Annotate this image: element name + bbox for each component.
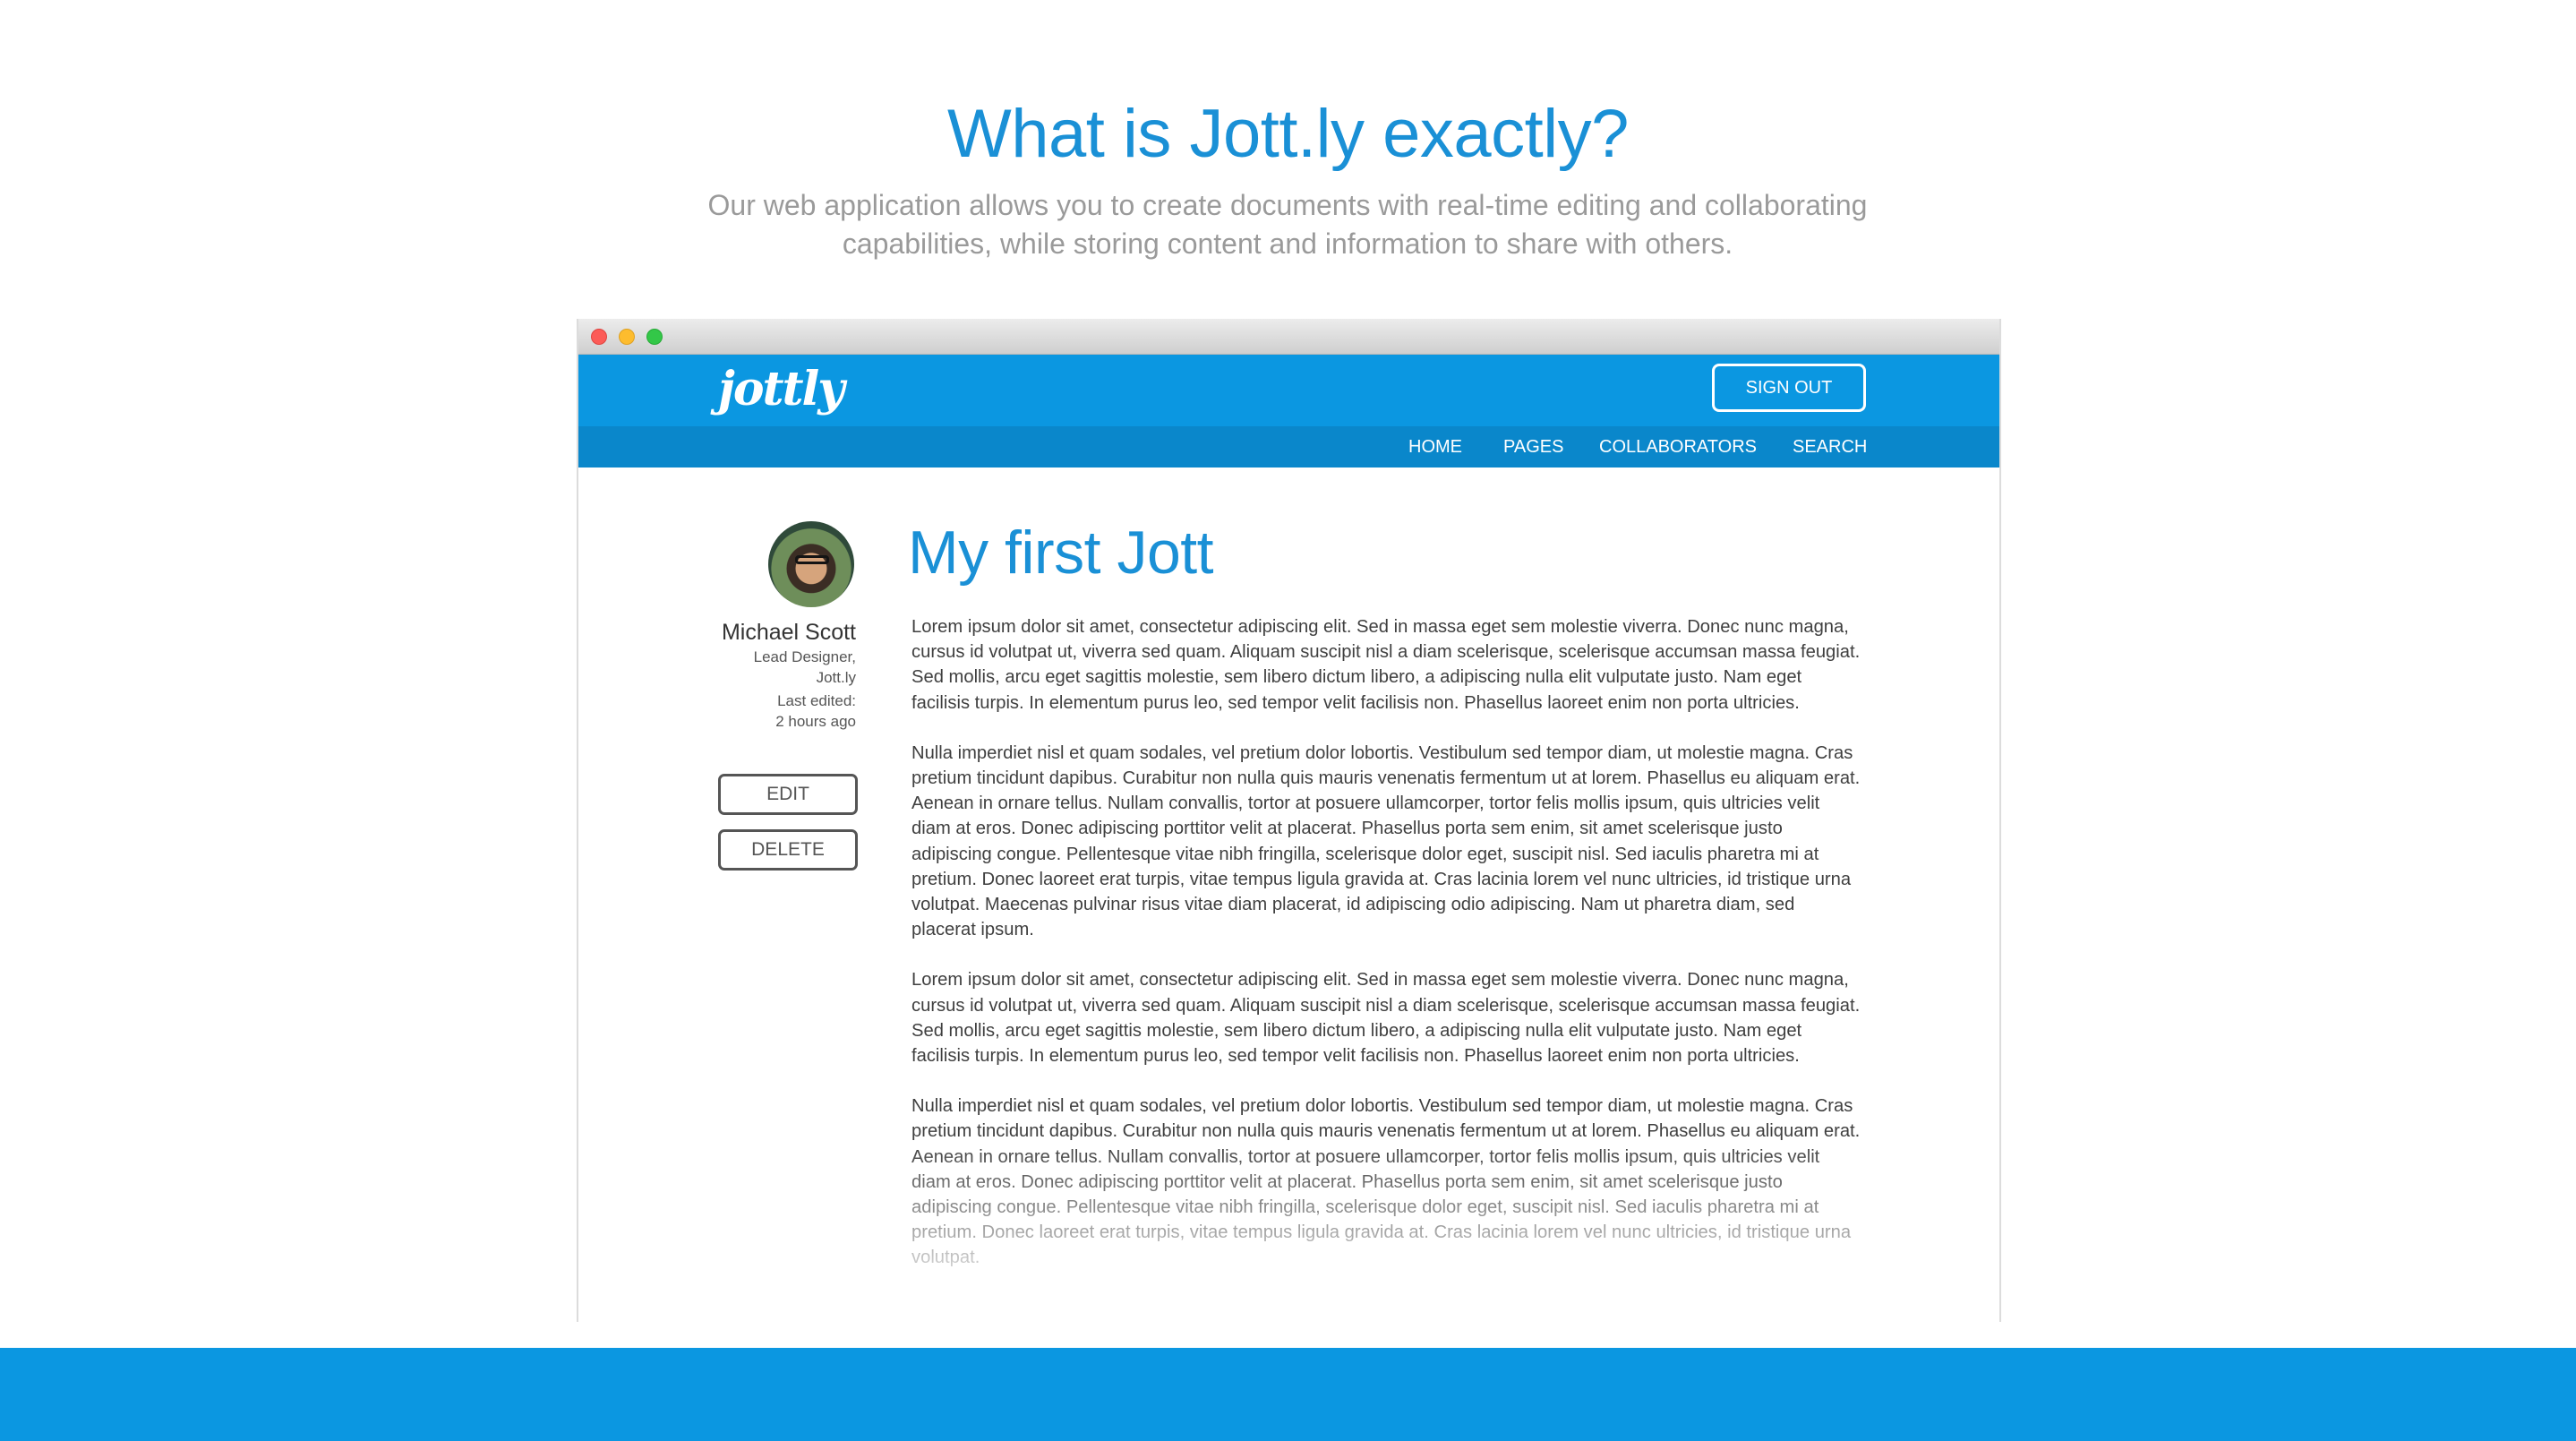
- avatar-glasses-icon: [795, 555, 829, 564]
- author-role: Lead Designer,: [753, 648, 856, 665]
- last-edited-time: 2 hours ago: [775, 713, 856, 730]
- minimize-window-icon[interactable]: [619, 329, 635, 345]
- author-name: Michael Scott: [721, 620, 856, 645]
- app-header: jottly SIGN OUT: [578, 355, 1999, 426]
- nav-home[interactable]: HOME: [1408, 426, 1462, 467]
- document-paragraph: Nulla imperdiet nisl et quam sodales, ve…: [911, 742, 1861, 940]
- delete-button[interactable]: DELETE: [718, 829, 858, 871]
- nav-search[interactable]: SEARCH: [1793, 426, 1867, 467]
- edit-button[interactable]: EDIT: [718, 774, 858, 815]
- close-window-icon[interactable]: [591, 329, 607, 345]
- nav-collaborators[interactable]: COLLABORATORS: [1599, 426, 1757, 467]
- window-titlebar: [578, 319, 1999, 355]
- last-edited-label: Last edited:: [777, 692, 856, 709]
- hero-subtitle: Our web application allows you to create…: [707, 189, 1868, 260]
- landing-page: What is Jott.ly exactly? Our web applica…: [0, 0, 2576, 1441]
- main-nav: HOME PAGES COLLABORATORS SEARCH: [578, 426, 1999, 467]
- jottly-logo[interactable]: jottly: [718, 362, 845, 416]
- nav-pages[interactable]: PAGES: [1503, 426, 1563, 467]
- content-fade-overlay: [578, 1143, 1999, 1322]
- maximize-window-icon[interactable]: [646, 329, 663, 345]
- author-company: Jott.ly: [816, 669, 856, 686]
- document-paragraph: Lorem ipsum dolor sit amet, consectetur …: [911, 617, 1861, 713]
- document-paragraph: Lorem ipsum dolor sit amet, consectetur …: [911, 970, 1861, 1067]
- author-avatar: [768, 521, 854, 607]
- hero-title: What is Jott.ly exactly?: [947, 96, 1629, 172]
- browser-window-mockup: jottly SIGN OUT HOME PAGES COLLABORATORS…: [577, 319, 2001, 1322]
- footer-band: [0, 1348, 2576, 1441]
- sign-out-button[interactable]: SIGN OUT: [1712, 364, 1866, 412]
- document-title: My first Jott: [908, 519, 1214, 587]
